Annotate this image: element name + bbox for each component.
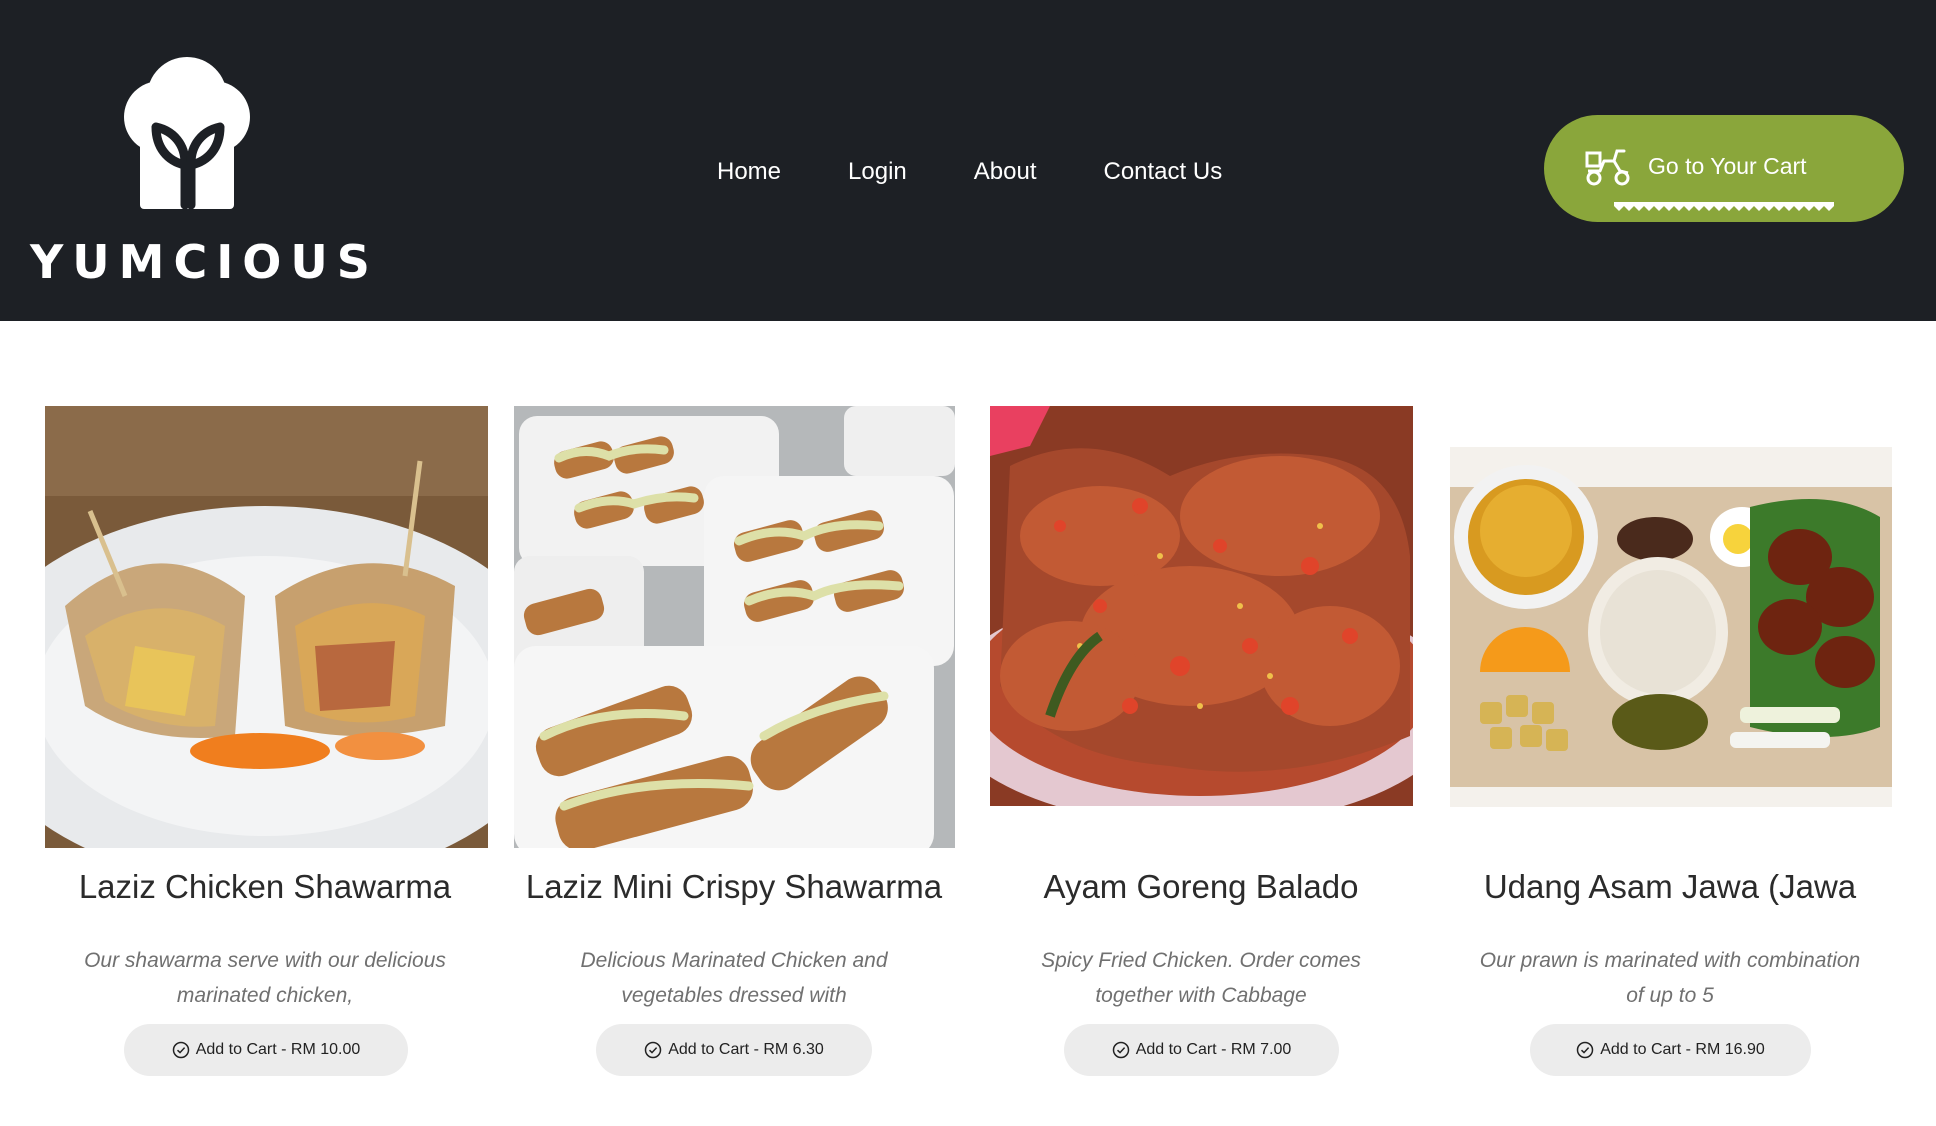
check-circle-icon <box>172 1041 190 1059</box>
cart-label: Go to Your Cart <box>1648 153 1807 179</box>
udang-asam-jawa-photo[interactable] <box>1450 447 1892 807</box>
nav-login[interactable]: Login <box>848 158 907 186</box>
go-to-cart-button[interactable]: Go to Your Cart <box>1544 115 1904 222</box>
nav-about[interactable]: About <box>974 158 1037 186</box>
check-circle-icon <box>644 1041 662 1059</box>
brand-name: YUMCIOUS <box>30 235 379 289</box>
add-to-cart-label: Add to Cart - RM 6.30 <box>668 1041 824 1058</box>
nav-contact-us[interactable]: Contact Us <box>1103 158 1222 186</box>
add-to-cart-button[interactable]: Add to Cart - RM 16.90 <box>1530 1024 1811 1076</box>
add-to-cart-button[interactable]: Add to Cart - RM 10.00 <box>124 1024 408 1076</box>
add-to-cart-button[interactable]: Add to Cart - RM 6.30 <box>596 1024 872 1076</box>
product-card: Laziz Mini Crispy Shawarma Delicious Mar… <box>499 321 969 1121</box>
chicken-shawarma-photo[interactable] <box>45 406 488 848</box>
product-description: Delicious Marinated Chicken and vegetabl… <box>580 949 888 1007</box>
nav-home[interactable]: Home <box>717 158 781 186</box>
product-title[interactable]: Laziz Mini Crispy Shawarma <box>499 868 969 906</box>
product-grid: Laziz Chicken Shawarma Our shawarma serv… <box>0 321 1936 1126</box>
product-description: Our prawn is marinated with combination … <box>1479 949 1861 1007</box>
mini-crispy-shawarma-photo[interactable] <box>514 406 955 848</box>
product-title[interactable]: Ayam Goreng Balado <box>966 868 1436 906</box>
product-card: Laziz Chicken Shawarma Our shawarma serv… <box>30 321 500 1121</box>
ayam-goreng-balado-photo[interactable] <box>990 406 1413 806</box>
product-description: Spicy Fried Chicken. Order comes togethe… <box>1041 949 1361 1007</box>
main-nav: Home Login About Contact Us <box>717 152 1222 192</box>
check-circle-icon <box>1576 1041 1594 1059</box>
product-card: Ayam Goreng Balado Spicy Fried Chicken. … <box>966 321 1436 1121</box>
cart-underline-decoration <box>1614 199 1834 211</box>
site-header: YUMCIOUS Home Login About Contact Us Go … <box>0 0 1936 321</box>
add-to-cart-label: Add to Cart - RM 16.90 <box>1600 1041 1765 1058</box>
chef-hat-sprout-icon <box>112 55 262 210</box>
add-to-cart-button[interactable]: Add to Cart - RM 7.00 <box>1064 1024 1339 1076</box>
product-description: Our shawarma serve with our delicious ma… <box>84 949 446 1007</box>
product-card: Udang Asam Jawa (Jawa Our prawn is marin… <box>1435 321 1905 1121</box>
add-to-cart-label: Add to Cart - RM 7.00 <box>1135 1041 1292 1058</box>
add-to-cart-label: Add to Cart - RM 10.00 <box>195 1041 361 1058</box>
product-title[interactable]: Udang Asam Jawa (Jawa <box>1435 868 1905 906</box>
brand-logo[interactable]: YUMCIOUS <box>30 55 379 295</box>
scooter-icon <box>1584 147 1632 187</box>
product-title[interactable]: Laziz Chicken Shawarma <box>30 868 500 906</box>
check-circle-icon <box>1112 1041 1130 1059</box>
